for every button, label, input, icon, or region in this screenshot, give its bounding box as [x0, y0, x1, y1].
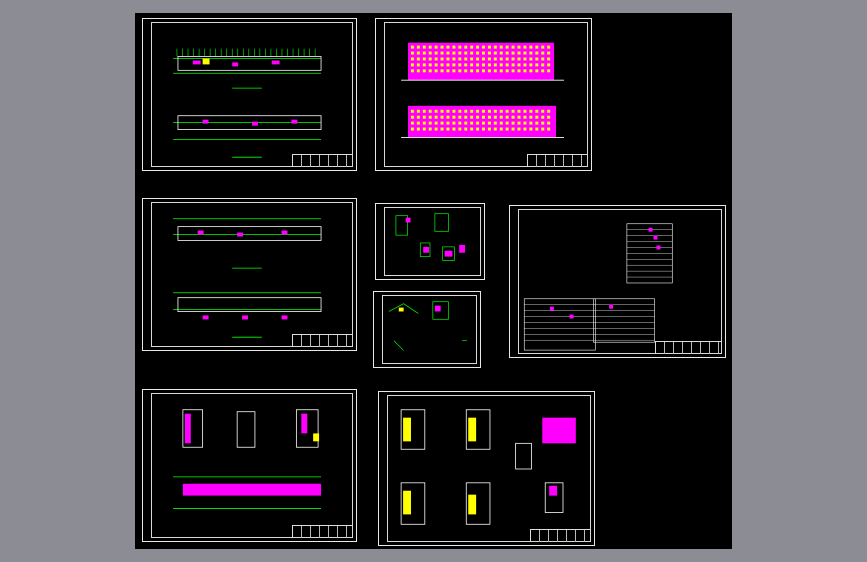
title-block — [527, 154, 588, 167]
sheet-floor-plans-2[interactable] — [142, 198, 357, 351]
sheet-details-1[interactable] — [375, 203, 485, 280]
title-block — [292, 525, 353, 538]
sheet-elevations[interactable] — [375, 18, 592, 171]
floor-plan-drawing — [173, 48, 322, 158]
sheet-schedule[interactable] — [509, 205, 726, 358]
section-drawing — [173, 409, 322, 509]
schedule-table — [523, 223, 673, 351]
elevation-drawing — [401, 42, 564, 138]
stair-plan-drawing — [400, 409, 576, 525]
detail-drawing — [395, 213, 466, 261]
title-block — [530, 529, 591, 542]
drawing-canvas[interactable] — [135, 13, 732, 549]
title-block — [292, 334, 353, 347]
sheet-sections[interactable] — [142, 389, 357, 542]
title-block — [655, 341, 722, 354]
sheet-floor-plans-1[interactable] — [142, 18, 357, 171]
detail-drawing — [388, 301, 467, 351]
floor-plan-drawing — [173, 218, 322, 338]
title-block — [292, 154, 353, 167]
sheet-stair-plans[interactable] — [378, 391, 595, 546]
sheet-details-2[interactable] — [373, 291, 481, 368]
